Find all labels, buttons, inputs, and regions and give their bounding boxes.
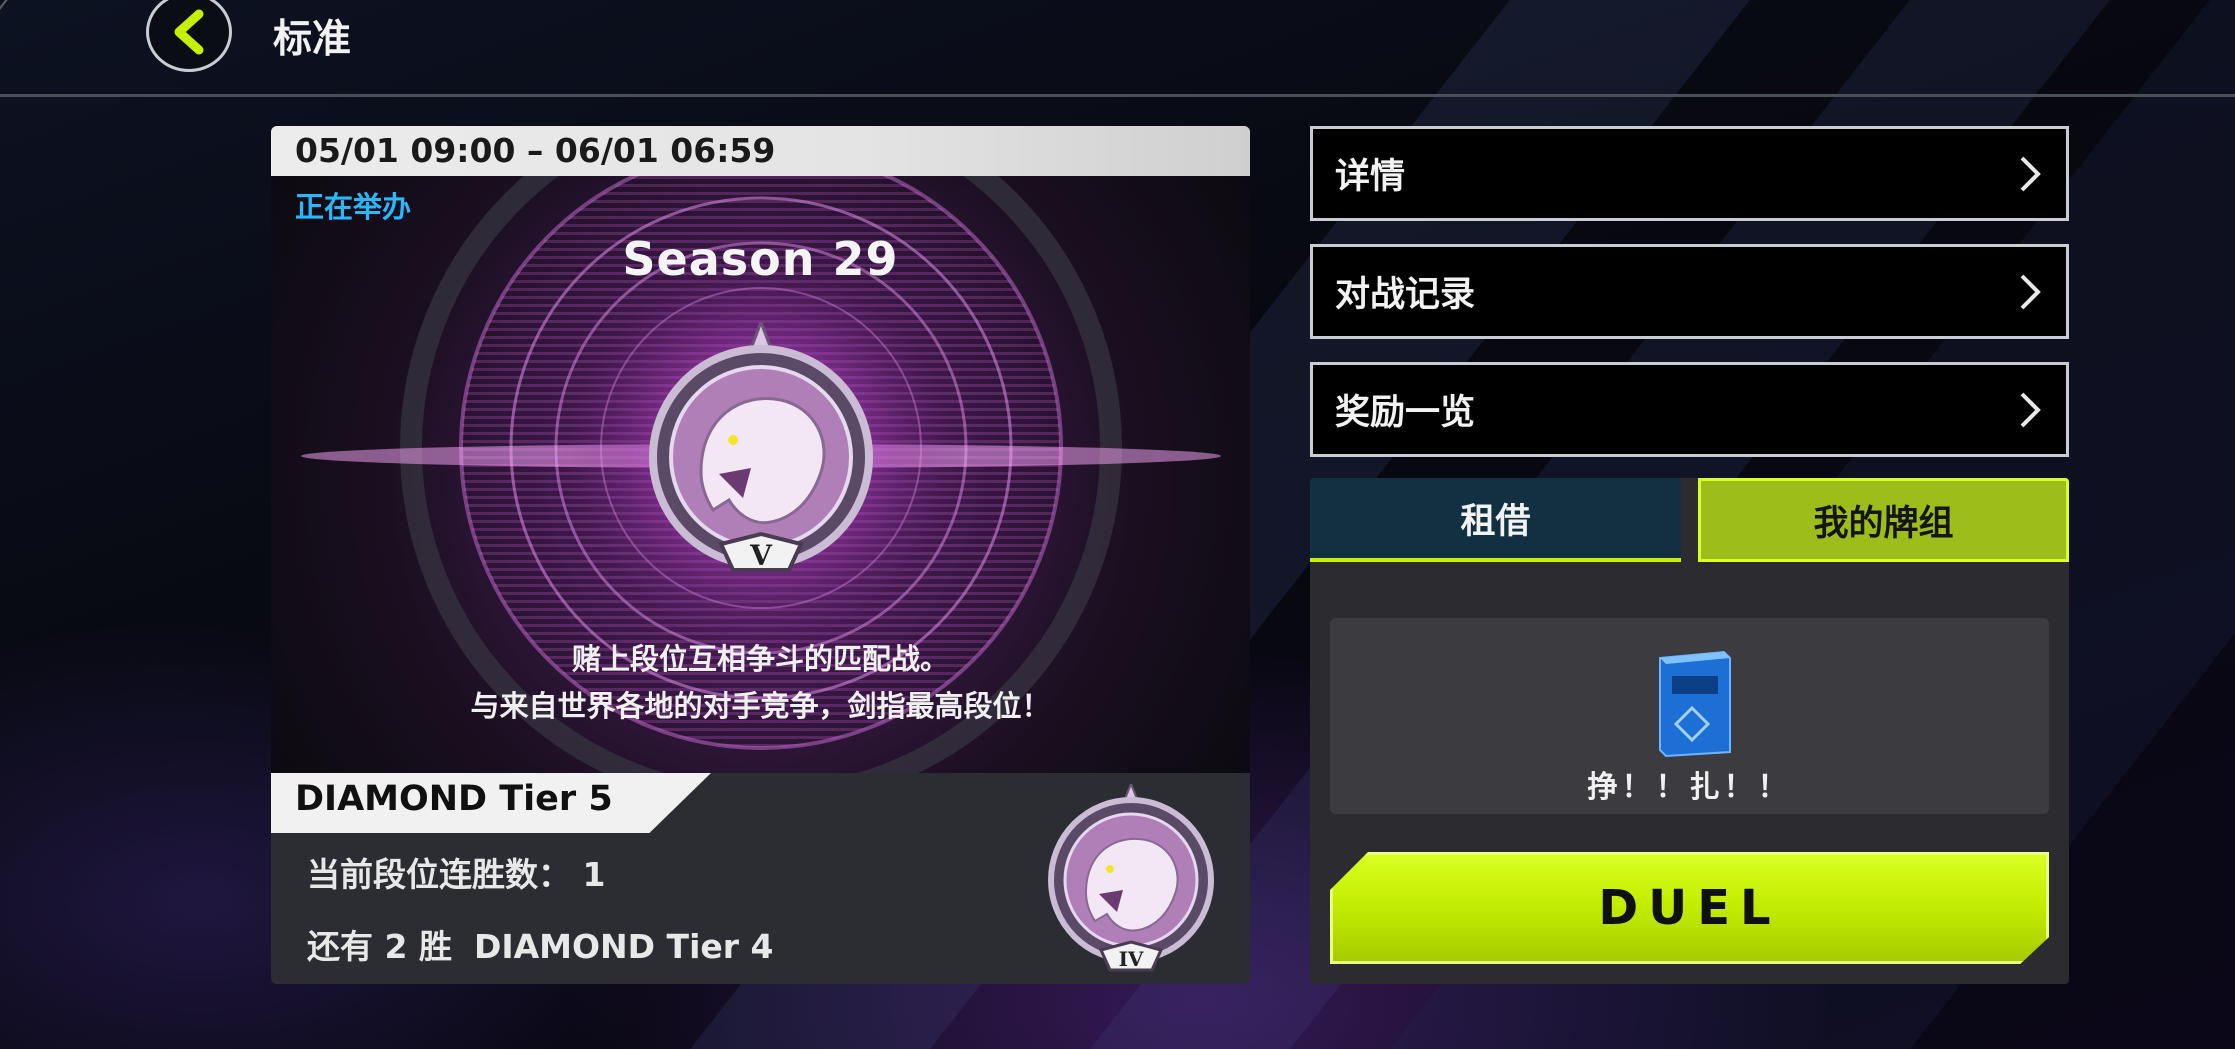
- event-description: 赌上段位互相争斗的匹配战。 与来自世界各地的对手竞争，剑指最高段位！: [271, 636, 1250, 730]
- duel-button-label: DUEL: [1598, 880, 1781, 936]
- duel-history-label: 对战记录: [1335, 275, 1476, 315]
- header-divider: [0, 94, 2235, 97]
- tab-rental[interactable]: 租借: [1310, 478, 1681, 562]
- deck-name: 挣！！扎！！: [1587, 770, 1792, 805]
- description-line: 赌上段位互相争斗的匹配战。: [571, 642, 949, 676]
- chevron-right-icon: [2020, 156, 2041, 191]
- duel-button[interactable]: DUEL: [1330, 852, 2049, 964]
- chevron-right-icon: [2020, 392, 2041, 427]
- duel-history-button[interactable]: 对战记录: [1310, 244, 2069, 339]
- tab-my-deck[interactable]: 我的牌组: [1698, 478, 2069, 562]
- details-button[interactable]: 详情: [1310, 126, 2069, 221]
- event-date-range: 05/01 09:00 – 06/01 06:59: [271, 126, 1250, 176]
- deck-panel: 租借 我的牌组 挣！！扎！！ DUEL: [1310, 478, 2069, 984]
- event-panel: 05/01 09:00 – 06/01 06:59 正在举办 Season 29…: [271, 126, 1250, 984]
- chevron-left-icon: [174, 9, 204, 55]
- details-label: 详情: [1335, 157, 1406, 197]
- event-status: 正在举办: [295, 190, 412, 224]
- page-title: 标准: [273, 17, 352, 62]
- next-emblem-numeral: IV: [1119, 947, 1144, 971]
- description-line: 与来自世界各地的对手竞争，剑指最高段位！: [470, 689, 1051, 723]
- emblem-numeral: V: [749, 539, 773, 572]
- season-banner: 正在举办 Season 29 V 赌上段位互相争斗的匹配战。 与来自世界各地的对…: [271, 176, 1250, 773]
- rewards-list-label: 奖励一览: [1335, 393, 1476, 433]
- chevron-right-icon: [2020, 274, 2041, 309]
- deck-box-icon: [1659, 650, 1731, 758]
- rewards-list-button[interactable]: 奖励一览: [1310, 362, 2069, 457]
- season-title: Season 29: [622, 232, 899, 286]
- diamond-rank-emblem: V: [649, 322, 873, 572]
- current-tier: DIAMOND Tier 5: [295, 779, 613, 819]
- wins-needed: 还有 2 胜: [307, 927, 452, 966]
- next-tier-requirement: 还有 2 胜 DIAMOND Tier 4: [307, 920, 795, 968]
- next-tier-name: DIAMOND Tier 4: [473, 927, 774, 966]
- next-rank-emblem: IV: [1048, 784, 1214, 972]
- win-streak: 当前段位连胜数： 1: [307, 848, 605, 896]
- selected-deck[interactable]: 挣！！扎！！: [1330, 618, 2049, 814]
- win-streak-label: 当前段位连胜数：: [307, 855, 571, 894]
- win-streak-value: 1: [582, 855, 606, 894]
